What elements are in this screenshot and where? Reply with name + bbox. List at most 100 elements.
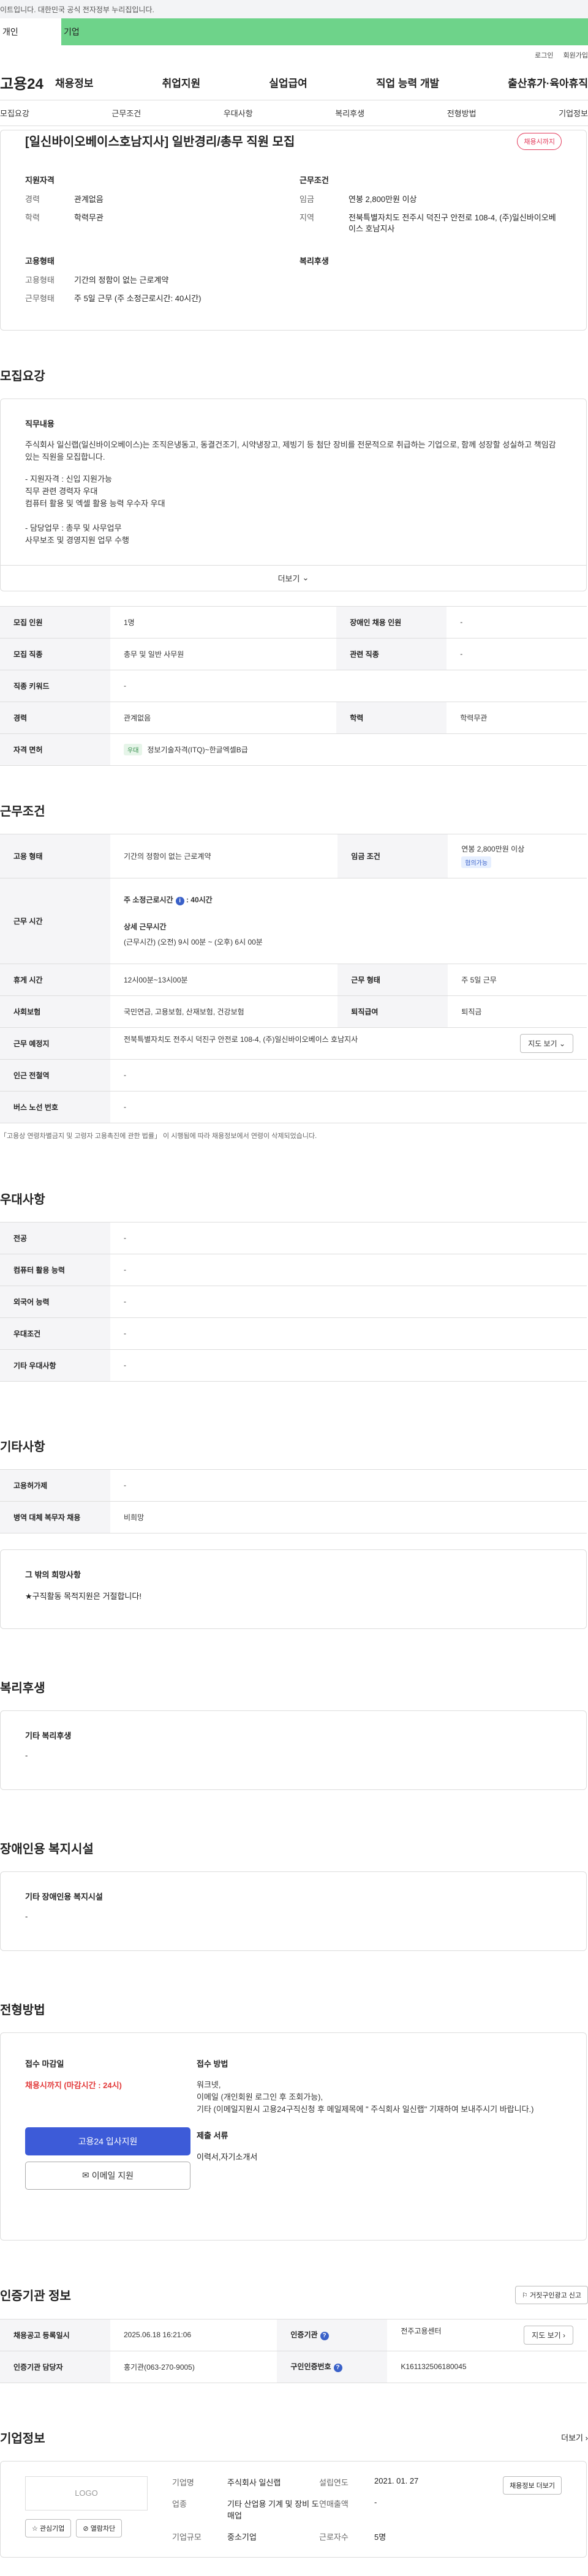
career-table-value: 관계없음 bbox=[110, 701, 337, 734]
cert-label: 자격 면허 bbox=[0, 733, 110, 766]
edu-table-value: 학력무관 bbox=[447, 701, 587, 734]
deadline-block: 접수 마감일 채용시까지 (마감시간 : 24시) 고용24 입사지원 ✉ 이메일… bbox=[25, 2057, 197, 2190]
star-icon: ☆ bbox=[32, 2525, 38, 2533]
gnb-item-unemployment-benefit[interactable]: 실업급여 bbox=[269, 75, 307, 90]
retirement-label: 퇴직급여 bbox=[337, 995, 448, 1028]
company-recruit-button[interactable]: 채용정보 더보기 bbox=[503, 2476, 562, 2495]
emp-value: 기간의 정함이 없는 근로계약 bbox=[110, 833, 338, 878]
favorite-button[interactable]: ☆ 관심기업 bbox=[25, 2518, 72, 2537]
block-button[interactable]: ⊘ 열람차단 bbox=[76, 2518, 123, 2537]
num-label-cell: 구인인증번호? bbox=[277, 2350, 388, 2383]
report-icon: ⚐ bbox=[522, 2291, 528, 2299]
agency-title: 인증기관 정보 bbox=[0, 2290, 71, 2304]
edu-label: 학력 bbox=[25, 213, 40, 223]
agency-table: 채용공고 등록일시 2025.06.18 16:21:06 인증기관? 전주고용센터 지… bbox=[0, 2318, 587, 2383]
email-apply-button[interactable]: ✉ 이메일 지원 bbox=[25, 2161, 190, 2190]
place-value: 전북특별자치도 전주시 덕진구 안전로 108-4, (주)일신바이오베이스 호… bbox=[124, 1035, 358, 1044]
gnb-item-jobs[interactable]: 채용정보 bbox=[55, 75, 94, 90]
edu-value: 학력무관 bbox=[74, 213, 104, 223]
recruit-table: 모집 인원 1명 장애인 채용 인원 - 모집 직종 총무 및 일반 사무원 관련 직종 -… bbox=[0, 605, 587, 766]
gnb-item-skill-development[interactable]: 직업 능력 개발 bbox=[376, 75, 439, 90]
major-value: - bbox=[110, 1221, 587, 1254]
info-icon[interactable]: ? bbox=[333, 2364, 342, 2373]
time-cell: 주 소정근로시간 i : 40시간 상세 근무시간 (근무시간) (오전) 9시 … bbox=[110, 877, 587, 964]
industry-label: 업종 bbox=[172, 2499, 187, 2509]
pref-table: 전공 - 컴퓨터 활용 능력 - 외국어 능력 - 우대조건 - 기타 우대사항 - bbox=[0, 1221, 587, 1382]
table-row: 자격 면허 우대 정보기술자격(ITQ)~한글엑셀B급 bbox=[0, 733, 587, 766]
num-value: K161132506180045 bbox=[387, 2350, 587, 2383]
org-cell: 전주고용센터 지도 보기 › bbox=[387, 2318, 587, 2351]
recruit-title: 모집요강 bbox=[0, 369, 45, 383]
join-link[interactable]: 회원가입 bbox=[564, 50, 588, 60]
pref-title: 우대사항 bbox=[0, 1193, 45, 1207]
tab-pref[interactable]: 우대사항 bbox=[224, 107, 253, 119]
map-button[interactable]: 지도 보기 ⌄ bbox=[520, 1033, 573, 1053]
pref-cond-label: 우대조건 bbox=[0, 1317, 110, 1350]
table-row: 직종 키워드 - bbox=[0, 669, 587, 702]
info-icon[interactable]: i bbox=[175, 897, 184, 906]
tab-company[interactable]: 기업정보 bbox=[559, 107, 588, 119]
welfare-box-value: - bbox=[25, 1750, 28, 1760]
table-row: 휴게 시간 12시00분~13시00분 근무 형태 주 5일 근무 bbox=[0, 963, 587, 996]
apply-button[interactable]: 고용24 입사지원 bbox=[25, 2127, 190, 2155]
break-value: 12시00분~13시00분 bbox=[110, 963, 338, 996]
cond-title: 근무조건 bbox=[300, 176, 329, 185]
military-value: 비희망 bbox=[110, 1500, 587, 1533]
section-tabs: 모집요강 근무조건 우대사항 복리후생 전형방법 기업정보 bbox=[0, 100, 588, 126]
mgr-label: 인증기관 담당자 bbox=[0, 2350, 110, 2383]
tab-personal[interactable]: 개인 bbox=[0, 18, 61, 45]
tab-welfare[interactable]: 복리후생 bbox=[335, 107, 364, 119]
more-button[interactable]: 더보기 ⌄ bbox=[1, 564, 586, 591]
table-row: 전공 - bbox=[0, 1221, 587, 1254]
time-detail-value: (근무시간) (오전) 9시 00분 ~ (오후) 6시 00분 bbox=[124, 938, 263, 947]
time-main-value: 40시간 bbox=[190, 896, 213, 905]
info-icon[interactable]: ? bbox=[320, 2332, 329, 2341]
related-job-label: 관련 직종 bbox=[336, 637, 447, 670]
bus-label: 버스 노선 번호 bbox=[0, 1090, 110, 1123]
tab-apply[interactable]: 전형방법 bbox=[447, 107, 477, 119]
table-row: 근무 시간 주 소정근로시간 i : 40시간 상세 근무시간 (근무시간) (오… bbox=[0, 877, 587, 964]
tab-work[interactable]: 근무조건 bbox=[111, 107, 141, 119]
page-title: [일신바이오베이스호남지사] 일반경리/총무 직원 모집 bbox=[25, 135, 295, 149]
disab-box-value: - bbox=[25, 1911, 28, 1921]
tab-recruit[interactable]: 모집요강 bbox=[0, 107, 29, 119]
gnb-menu: 채용정보 취업지원 실업급여 직업 능력 개발 출산휴가·육아휴직 bbox=[55, 75, 588, 90]
table-row: 인근 전철역 - bbox=[0, 1058, 587, 1091]
site-logo[interactable]: 고용24 bbox=[0, 72, 55, 93]
edu-table-label: 학력 bbox=[336, 701, 447, 734]
keyword-label: 직종 키워드 bbox=[0, 669, 110, 702]
scale-label: 기업규모 bbox=[172, 2532, 202, 2542]
permit-value: - bbox=[110, 1469, 587, 1502]
org-value: 전주고용센터 bbox=[401, 2326, 442, 2335]
cert-value: 정보기술자격(ITQ)~한글엑셀B급 bbox=[147, 745, 248, 754]
agency-map-button[interactable]: 지도 보기 › bbox=[524, 2325, 573, 2345]
num-label: 구인인증번호 bbox=[290, 2362, 331, 2372]
report-button[interactable]: ⚐ 거짓구인광고 신고 bbox=[515, 2285, 588, 2304]
login-link[interactable]: 로그인 bbox=[535, 50, 553, 60]
disab-card: 기타 장애인용 복지시설 - bbox=[0, 1871, 587, 1951]
language-value: - bbox=[110, 1285, 587, 1318]
table-row: 기타 우대사항 - bbox=[0, 1349, 587, 1382]
table-row: 고용 형태 기간의 정함이 없는 근로계약 임금 조건 연봉 2,800만원 이상 협의… bbox=[0, 833, 587, 878]
reg-value: 2025.06.18 16:21:06 bbox=[110, 2318, 277, 2351]
form-value: 주 5일 근무 bbox=[448, 963, 587, 996]
docs-value: 이력서,자기소개서 bbox=[197, 2152, 258, 2162]
work-table: 고용 형태 기간의 정함이 없는 근로계약 임금 조건 연봉 2,800만원 이상 협의… bbox=[0, 833, 587, 1123]
gnb-item-maternity-leave[interactable]: 출산휴가·육아휴직 bbox=[508, 75, 588, 90]
tab-company[interactable]: 기업 bbox=[61, 18, 588, 45]
chevron-down-icon: ⌄ bbox=[559, 1039, 565, 1048]
other-pref-value: - bbox=[110, 1349, 587, 1382]
industry-value: 기타 산업용 기계 및 장비 도매업 bbox=[227, 2499, 319, 2520]
other-pref-label: 기타 우대사항 bbox=[0, 1349, 110, 1382]
emptype-block: 고용형태 고용형태 기간의 정함이 없는 근로계약 근무형태 주 5일 근무 (주 … bbox=[25, 255, 287, 312]
gnb-item-employment-support[interactable]: 취업지원 bbox=[162, 75, 201, 90]
wage-cond-value: 연봉 2,800만원 이상 bbox=[461, 845, 525, 854]
mgr-value: 홍기관(063-270-9005) bbox=[110, 2350, 277, 2383]
company-more-link[interactable]: 더보기 › bbox=[561, 2432, 588, 2443]
etc-title: 기타사항 bbox=[0, 1440, 45, 1454]
table-row: 모집 직종 총무 및 일반 사무원 관련 직종 - bbox=[0, 637, 587, 670]
table-row: 채용공고 등록일시 2025.06.18 16:21:06 인증기관? 전주고용센터 지… bbox=[0, 2318, 587, 2351]
welfare-card: 기타 복리후생 - bbox=[0, 1710, 587, 1790]
disab-title: 장애인용 복지시설 bbox=[0, 1842, 94, 1856]
table-row: 인증기관 담당자 홍기관(063-270-9005) 구인인증번호? K1611325… bbox=[0, 2350, 587, 2383]
